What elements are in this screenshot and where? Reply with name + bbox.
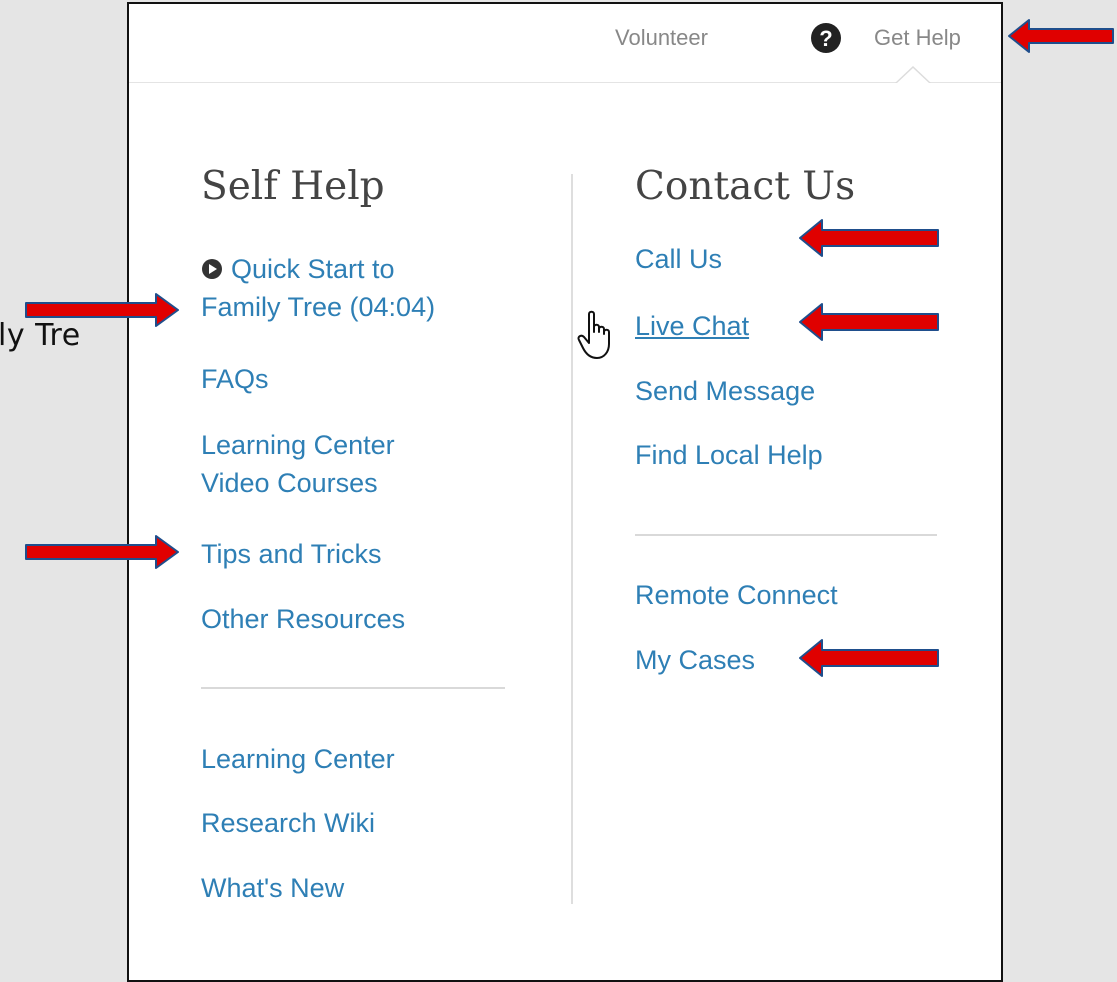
get-help-link[interactable]: Get Help [874, 25, 961, 51]
research-wiki-link[interactable]: Research Wiki [201, 804, 375, 842]
remote-connect-link[interactable]: Remote Connect [635, 576, 838, 614]
column-divider [571, 174, 573, 904]
red-arrow-icon [799, 219, 939, 257]
dropdown-caret [895, 66, 931, 83]
self-help-divider [201, 687, 505, 689]
learning-center-link[interactable]: Learning Center [201, 740, 395, 778]
find-local-help-link[interactable]: Find Local Help [635, 436, 823, 474]
question-circle-icon[interactable]: ? [809, 21, 843, 55]
get-help-dropdown-panel: Volunteer ? Get Help Self Help Quick Sta… [127, 2, 1003, 982]
hand-cursor-icon [577, 310, 610, 359]
volunteer-link[interactable]: Volunteer [615, 25, 708, 51]
red-arrow-icon [25, 535, 179, 569]
top-navigation-bar: Volunteer ? Get Help [129, 4, 1001, 83]
quick-start-video-link[interactable]: Quick Start to Family Tree (04:04) [201, 250, 435, 326]
live-chat-link[interactable]: Live Chat [635, 307, 749, 345]
learning-center-video-courses-link[interactable]: Learning Center Video Courses [201, 426, 395, 502]
red-arrow-icon [1008, 19, 1114, 53]
red-arrow-icon [799, 303, 939, 341]
red-arrow-icon [25, 293, 179, 327]
faqs-link[interactable]: FAQs [201, 360, 269, 398]
tips-and-tricks-link[interactable]: Tips and Tricks [201, 535, 382, 573]
contact-us-divider [635, 534, 937, 536]
svg-text:?: ? [819, 26, 832, 51]
quick-start-line1: Quick Start to [231, 254, 395, 284]
learning-center-video-line2: Video Courses [201, 468, 378, 498]
other-resources-link[interactable]: Other Resources [201, 600, 405, 638]
red-arrow-icon [799, 639, 939, 677]
whats-new-link[interactable]: What's New [201, 869, 344, 907]
call-us-link[interactable]: Call Us [635, 240, 722, 278]
self-help-heading: Self Help [201, 164, 385, 209]
learning-center-video-line1: Learning Center [201, 430, 395, 460]
quick-start-line2: Family Tree (04:04) [201, 292, 436, 322]
send-message-link[interactable]: Send Message [635, 372, 815, 410]
play-circle-icon [202, 259, 222, 279]
my-cases-link[interactable]: My Cases [635, 641, 755, 679]
contact-us-heading: Contact Us [635, 164, 856, 209]
